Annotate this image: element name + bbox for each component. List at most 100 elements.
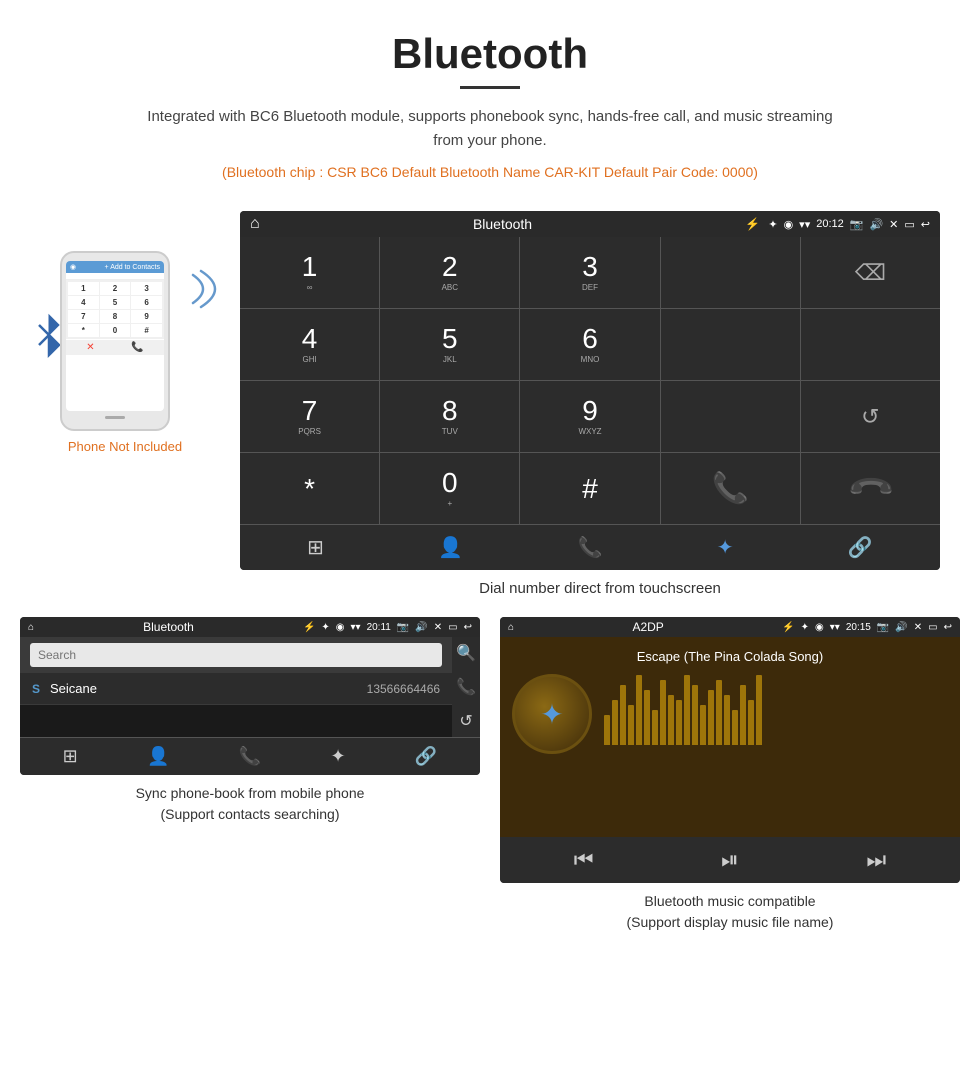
dial-key-6[interactable]: 6 MNO — [520, 309, 659, 380]
gps-icon: ◉ — [784, 218, 794, 231]
pb-right-phone-icon[interactable]: 📞 — [456, 677, 476, 697]
dial-bottom-link-icon[interactable]: 🔗 — [848, 535, 873, 560]
phone-body: ◉ + Add to Contacts 1 2 3 4 5 6 7 8 — [60, 251, 170, 431]
music-bar — [684, 675, 690, 745]
music-song-title: Escape (The Pina Colada Song) — [637, 649, 823, 664]
music-prev-icon[interactable]: ⏮ — [574, 847, 594, 873]
music-status-bar: ⌂ A2DP ⚡ ✦ ◉ ▾▾ 20:15 📷 🔊 ✕ ▭ ↩ — [500, 617, 960, 637]
dial-bottom-grid-icon[interactable]: ⊞ — [307, 535, 324, 560]
music-close-icon: ✕ — [914, 622, 922, 633]
music-bar — [628, 705, 634, 745]
dial-key-empty-2 — [661, 309, 800, 380]
dial-key-1[interactable]: 1 ∞ — [240, 237, 379, 308]
dial-key-backspace[interactable]: ⌫ — [801, 237, 940, 308]
dial-key-sync[interactable]: ↺ — [801, 381, 940, 452]
dial-key-0[interactable]: 0 + — [380, 453, 519, 524]
dial-grid: 1 ∞ 2 ABC 3 DEF ⌫ 4 GHI — [240, 237, 940, 524]
dial-key-8[interactable]: 8 TUV — [380, 381, 519, 452]
music-win-icon: ▭ — [928, 622, 937, 633]
pb-right-search-icon[interactable]: 🔍 — [456, 643, 476, 663]
pb-contact-letter: S — [32, 682, 40, 696]
pb-bt-bottom-icon[interactable]: ✦ — [330, 746, 345, 767]
pb-link-icon[interactable]: 🔗 — [415, 746, 437, 767]
music-bar — [604, 715, 610, 745]
dial-key-2[interactable]: 2 ABC — [380, 237, 519, 308]
music-item: ⌂ A2DP ⚡ ✦ ◉ ▾▾ 20:15 📷 🔊 ✕ ▭ ↩ Escape (… — [500, 617, 960, 933]
pb-win-icon: ▭ — [448, 622, 457, 633]
chip-info: (Bluetooth chip : CSR BC6 Default Blueto… — [140, 161, 840, 183]
header-divider — [460, 86, 520, 89]
pb-bt-icon: ✦ — [321, 622, 329, 633]
music-bar — [724, 695, 730, 745]
pb-usb-icon: ⚡ — [303, 622, 315, 633]
music-bar — [716, 680, 722, 745]
dial-bottom-bt-icon[interactable]: ✦ — [717, 535, 734, 560]
phone-screen-bottom: ✕ 📞 — [66, 340, 164, 355]
music-bar — [652, 710, 658, 745]
music-album-art: ✦ — [512, 674, 592, 754]
dial-bottom-phone-icon[interactable]: 📞 — [578, 535, 603, 560]
phone-screen: ◉ + Add to Contacts 1 2 3 4 5 6 7 8 — [66, 261, 164, 411]
pb-contact[interactable]: S Seicane 13566664466 — [20, 673, 452, 705]
music-app-name: A2DP — [520, 620, 776, 634]
music-bar — [756, 675, 762, 745]
music-art-area: ✦ — [512, 674, 948, 754]
pb-camera-icon: 📷 — [397, 622, 409, 633]
back-icon: ↩ — [921, 218, 930, 231]
pb-right-sync-icon[interactable]: ↺ — [459, 711, 472, 731]
camera-icon: 📷 — [850, 218, 864, 231]
music-play-pause-icon[interactable]: ⏯ — [721, 847, 739, 873]
music-screenshot: ⌂ A2DP ⚡ ✦ ◉ ▾▾ 20:15 📷 🔊 ✕ ▭ ↩ Escape (… — [500, 617, 960, 883]
music-next-icon[interactable]: ⏭ — [866, 847, 886, 873]
dial-key-5[interactable]: 5 JKL — [380, 309, 519, 380]
phonebook-screenshot: ⌂ Bluetooth ⚡ ✦ ◉ ▾▾ 20:11 📷 🔊 ✕ ▭ ↩ — [20, 617, 480, 775]
pb-back-icon: ↩ — [464, 622, 472, 633]
music-time: 20:15 — [846, 622, 871, 633]
music-signal-icon: ▾▾ — [830, 622, 840, 633]
phonebook-caption: Sync phone-book from mobile phone(Suppor… — [20, 783, 480, 825]
dial-key-4[interactable]: 4 GHI — [240, 309, 379, 380]
pb-status-bar: ⌂ Bluetooth ⚡ ✦ ◉ ▾▾ 20:11 📷 🔊 ✕ ▭ ↩ — [20, 617, 480, 637]
music-bar — [692, 685, 698, 745]
phone-screen-top: ◉ + Add to Contacts — [66, 261, 164, 273]
phone-graphic: ◉ + Add to Contacts 1 2 3 4 5 6 7 8 — [60, 251, 190, 431]
music-bar — [700, 705, 706, 745]
dial-bottom-person-icon[interactable]: 👤 — [438, 535, 463, 560]
dial-key-empty-3 — [801, 309, 940, 380]
pb-search-input[interactable] — [30, 643, 442, 667]
dial-key-7[interactable]: 7 PQRS — [240, 381, 379, 452]
phone-dialpad: 1 2 3 4 5 6 7 8 9 * 0 # — [66, 280, 164, 339]
dial-key-3[interactable]: 3 DEF — [520, 237, 659, 308]
window-icon: ▭ — [904, 218, 914, 231]
dial-key-call[interactable]: 📞 — [661, 453, 800, 524]
dial-key-star[interactable]: * — [240, 453, 379, 524]
music-bar — [708, 690, 714, 745]
music-bar — [668, 695, 674, 745]
music-back-icon: ↩ — [944, 622, 952, 633]
phone-not-included-label: Phone Not Included — [68, 439, 182, 454]
pb-app-name: Bluetooth — [40, 620, 297, 634]
dial-key-end[interactable]: 📞 — [801, 453, 940, 524]
pb-right-icons: 🔍 📞 ↺ — [452, 637, 480, 737]
pb-search-area — [20, 637, 452, 673]
music-gps-icon: ◉ — [815, 622, 824, 633]
dial-screen: ⌂ Bluetooth ⚡ ✦ ◉ ▾▾ 20:12 📷 🔊 ✕ ▭ ↩ — [240, 211, 940, 570]
pb-phone-icon[interactable]: 📞 — [239, 746, 261, 767]
phone-area: ◉ + Add to Contacts 1 2 3 4 5 6 7 8 — [20, 211, 230, 454]
dial-key-9[interactable]: 9 WXYZ — [520, 381, 659, 452]
dial-status-icons: ✦ ◉ ▾▾ 20:12 📷 🔊 ✕ ▭ ↩ — [768, 218, 930, 231]
pb-close-icon: ✕ — [434, 622, 442, 633]
dial-key-hash[interactable]: # — [520, 453, 659, 524]
bottom-row: ⌂ Bluetooth ⚡ ✦ ◉ ▾▾ 20:11 📷 🔊 ✕ ▭ ↩ — [0, 597, 980, 933]
pb-home-icon: ⌂ — [28, 622, 34, 633]
close-icon: ✕ — [889, 218, 898, 231]
home-icon: ⌂ — [250, 215, 260, 233]
pb-person-icon[interactable]: 👤 — [147, 746, 169, 767]
pb-signal-icon: ▾▾ — [351, 622, 361, 633]
music-bar — [740, 685, 746, 745]
main-content: ◉ + Add to Contacts 1 2 3 4 5 6 7 8 — [0, 211, 980, 597]
pb-grid-icon[interactable]: ⊞ — [63, 746, 78, 767]
dial-time: 20:12 — [816, 218, 844, 230]
music-vol-icon: 🔊 — [895, 622, 907, 633]
page-title: Bluetooth — [20, 30, 960, 78]
